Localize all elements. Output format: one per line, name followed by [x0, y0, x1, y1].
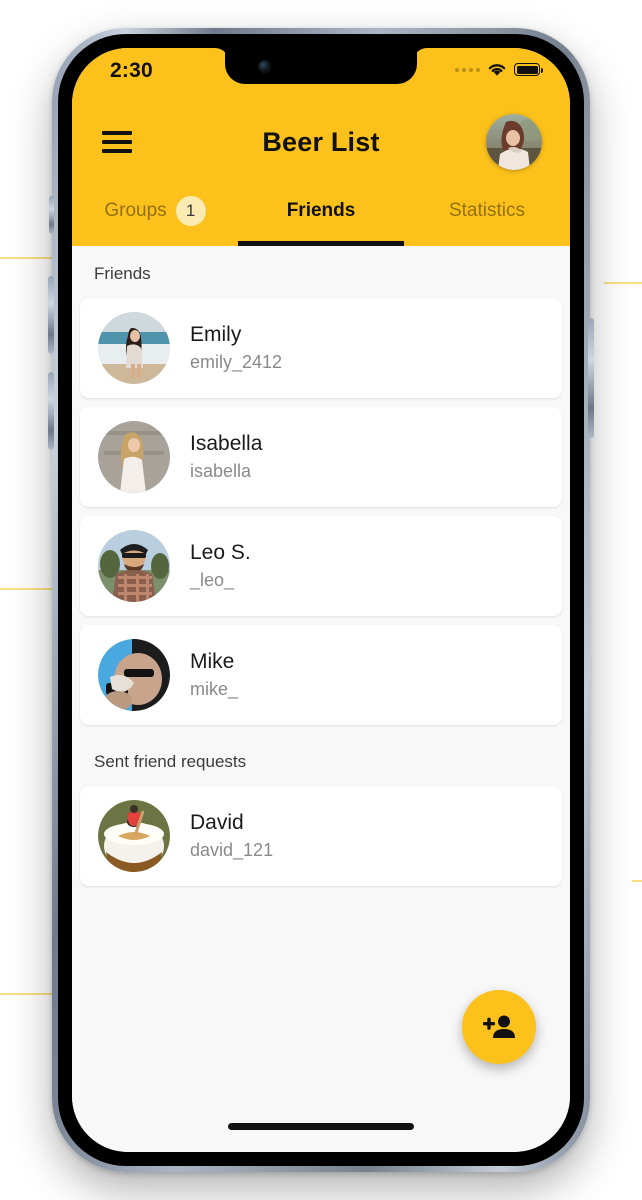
list-item[interactable]: David david_121	[80, 786, 562, 886]
front-camera-icon	[259, 61, 270, 72]
profile-avatar-image	[486, 114, 542, 170]
friend-avatar-image	[98, 639, 170, 711]
status-bar: 2:30	[72, 48, 570, 104]
list-item[interactable]: Emily emily_2412	[80, 298, 562, 398]
friend-handle: emily_2412	[190, 352, 283, 372]
tab-groups-badge: 1	[175, 196, 206, 226]
signal-dots-icon	[455, 67, 480, 72]
tab-bar: Groups 1 Friends Statistics	[72, 180, 570, 246]
backdrop-guide-line	[604, 282, 642, 284]
status-bar-indicators	[455, 62, 543, 77]
phone-bezel: 2:30 Beer List Groups 1 Friends Statisti…	[58, 34, 584, 1166]
hamburger-menu-icon[interactable]	[102, 131, 132, 153]
home-indicator	[228, 1123, 414, 1130]
page-title: Beer List	[262, 126, 380, 157]
avatar	[98, 639, 170, 711]
list-item[interactable]: Leo S. _leo_	[80, 516, 562, 616]
friend-handle: david_121	[190, 840, 274, 860]
volume-down-button[interactable]	[48, 372, 54, 450]
section-header-sent-requests: Sent friend requests	[94, 752, 247, 771]
friend-name: David	[190, 811, 244, 834]
section-header-friends: Friends	[94, 264, 151, 283]
friend-avatar-image	[98, 421, 170, 493]
power-button[interactable]	[588, 318, 594, 438]
friends-list-container[interactable]: Friends Emily emily_2412 Isabella isabel…	[72, 246, 570, 1152]
silent-switch-button[interactable]	[49, 196, 54, 234]
volume-up-button[interactable]	[48, 276, 54, 354]
tab-friends[interactable]: Friends	[238, 180, 404, 246]
list-item[interactable]: Isabella isabella	[80, 407, 562, 507]
tab-statistics-label: Statistics	[448, 200, 526, 221]
list-item[interactable]: Mike mike_	[80, 625, 562, 725]
phone-mockup-frame: 2:30 Beer List Groups 1 Friends Statisti…	[48, 28, 594, 1172]
list-item-text: David david_121	[190, 811, 273, 861]
wifi-icon	[488, 64, 506, 76]
friend-name: Mike	[190, 650, 235, 673]
avatar[interactable]	[486, 114, 542, 170]
person-add-icon	[483, 1015, 515, 1038]
app-bar: Beer List	[72, 104, 570, 180]
tab-friends-label: Friends	[286, 200, 356, 221]
list-item-text: Mike mike_	[190, 650, 238, 700]
tab-groups[interactable]: Groups 1	[72, 180, 238, 246]
friend-handle: _leo_	[190, 570, 235, 590]
avatar	[98, 530, 170, 602]
phone-screen: 2:30 Beer List Groups 1 Friends Statisti…	[72, 48, 570, 1152]
status-bar-time: 2:30	[110, 59, 153, 82]
list-item-text: Leo S. _leo_	[190, 541, 251, 591]
friend-avatar-image	[98, 530, 170, 602]
add-friend-fab-button[interactable]	[462, 990, 536, 1064]
backdrop-guide-line	[632, 880, 642, 882]
avatar	[98, 800, 170, 872]
avatar	[98, 312, 170, 384]
list-item-text: Emily emily_2412	[190, 323, 282, 373]
display-notch	[225, 48, 417, 84]
battery-full-icon	[514, 63, 543, 76]
friend-handle: mike_	[190, 679, 239, 699]
tab-groups-label: Groups	[104, 200, 167, 221]
friend-avatar-image	[98, 312, 170, 384]
list-item-text: Isabella isabella	[190, 432, 262, 482]
tab-statistics[interactable]: Statistics	[404, 180, 570, 246]
avatar	[98, 421, 170, 493]
friend-name: Isabella	[190, 432, 263, 455]
friend-name: Leo S.	[190, 541, 251, 564]
friend-name: Emily	[190, 323, 242, 346]
friend-handle: isabella	[190, 461, 252, 481]
friend-avatar-image	[98, 800, 170, 872]
